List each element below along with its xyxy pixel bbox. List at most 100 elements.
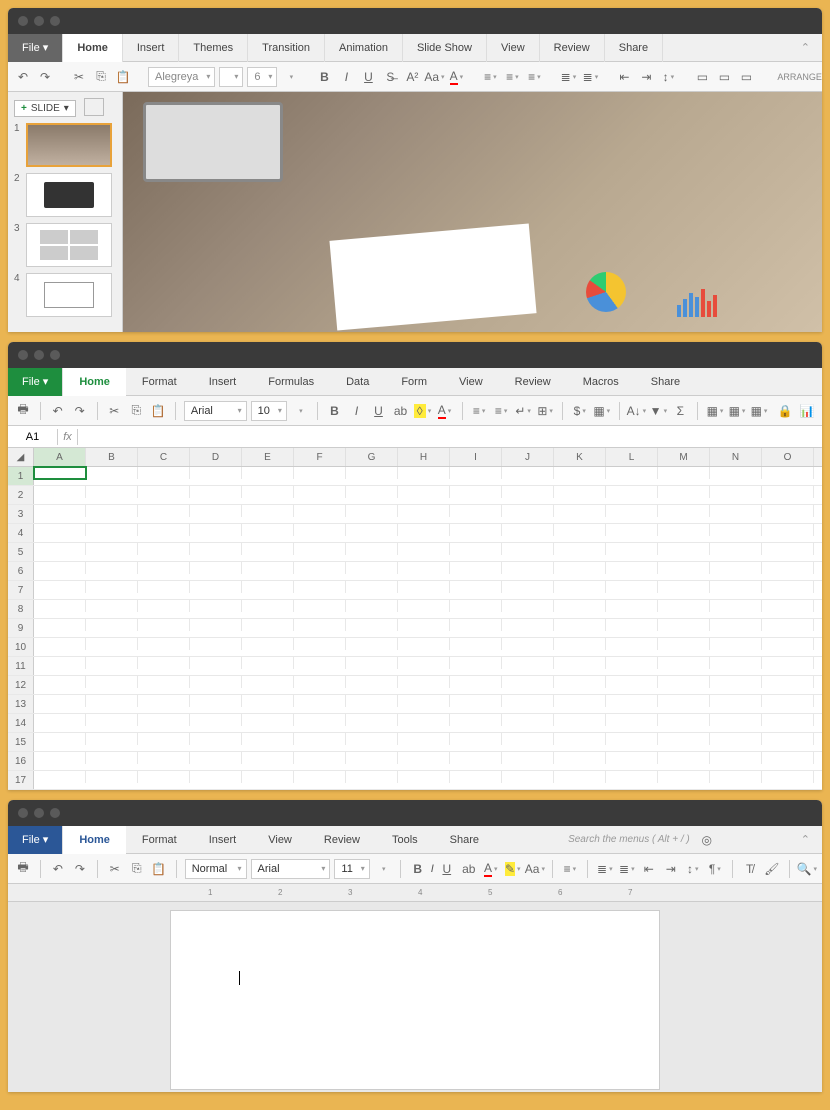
case-icon[interactable]: Aa — [425, 68, 443, 86]
cell[interactable] — [398, 543, 450, 555]
cell[interactable] — [86, 581, 138, 593]
cell[interactable] — [554, 657, 606, 669]
cell[interactable] — [346, 695, 398, 707]
cell[interactable] — [606, 771, 658, 783]
strikethrough-icon[interactable]: ab — [460, 860, 478, 878]
cell[interactable] — [658, 467, 710, 479]
cell[interactable] — [346, 600, 398, 612]
cell[interactable] — [346, 752, 398, 764]
cell[interactable] — [658, 486, 710, 498]
border-icon[interactable]: ▦ — [593, 402, 611, 420]
add-slide-button[interactable]: +SLIDE ▾ — [14, 100, 76, 117]
collapse-ribbon-icon[interactable]: ⌃ — [789, 833, 822, 846]
slide-canvas[interactable] — [123, 92, 822, 332]
paste-icon[interactable]: 📋 — [149, 402, 167, 420]
tab-insert[interactable]: Insert — [193, 826, 253, 854]
cell[interactable] — [762, 619, 814, 631]
cell[interactable] — [242, 695, 294, 707]
row-header[interactable]: 2 — [8, 486, 34, 504]
row-header[interactable]: 11 — [8, 657, 34, 675]
cell[interactable] — [346, 562, 398, 574]
cell[interactable] — [710, 638, 762, 650]
align-left-icon[interactable]: ≡ — [481, 68, 499, 86]
tab-format[interactable]: Format — [126, 368, 193, 396]
cell[interactable] — [86, 619, 138, 631]
window-dot[interactable] — [34, 808, 44, 818]
indent-inc-icon[interactable]: ⇥ — [662, 860, 680, 878]
cell[interactable] — [86, 771, 138, 783]
cell[interactable] — [190, 676, 242, 688]
cell[interactable] — [658, 752, 710, 764]
cell[interactable] — [398, 771, 450, 783]
cell[interactable] — [658, 543, 710, 555]
cell[interactable] — [554, 638, 606, 650]
cell[interactable] — [190, 486, 242, 498]
cell[interactable] — [190, 771, 242, 783]
cell[interactable] — [346, 638, 398, 650]
cell[interactable] — [554, 543, 606, 555]
cell[interactable] — [398, 714, 450, 726]
tab-review[interactable]: Review — [540, 34, 605, 62]
cell[interactable] — [138, 581, 190, 593]
cell[interactable] — [86, 467, 138, 479]
cell[interactable] — [502, 467, 554, 479]
cell[interactable] — [138, 733, 190, 745]
row-header[interactable]: 6 — [8, 562, 34, 580]
col-header[interactable]: D — [190, 448, 242, 466]
cell[interactable] — [242, 733, 294, 745]
italic-icon[interactable]: I — [337, 68, 355, 86]
undo-icon[interactable]: ↶ — [14, 68, 32, 86]
fontsize-select[interactable] — [219, 67, 243, 87]
cell[interactable] — [190, 619, 242, 631]
cell[interactable] — [34, 638, 86, 650]
cell[interactable] — [86, 543, 138, 555]
cell[interactable] — [86, 562, 138, 574]
cell[interactable] — [502, 638, 554, 650]
file-menu[interactable]: File ▾ — [8, 368, 63, 396]
row-header[interactable]: 12 — [8, 676, 34, 694]
cell[interactable] — [606, 695, 658, 707]
delete-icon[interactable]: ▦ — [750, 402, 768, 420]
tab-insert[interactable]: Insert — [123, 34, 180, 62]
cell[interactable] — [294, 752, 346, 764]
cell[interactable] — [762, 505, 814, 517]
cell[interactable] — [346, 733, 398, 745]
tab-view[interactable]: View — [487, 34, 540, 62]
bold-icon[interactable]: B — [409, 860, 427, 878]
cell[interactable] — [554, 714, 606, 726]
tab-insert[interactable]: Insert — [193, 368, 253, 396]
cell[interactable] — [606, 581, 658, 593]
row-header[interactable]: 17 — [8, 771, 34, 789]
cell[interactable] — [658, 600, 710, 612]
cell[interactable] — [34, 524, 86, 536]
cell[interactable] — [86, 638, 138, 650]
window-dot[interactable] — [50, 350, 60, 360]
cell[interactable] — [554, 771, 606, 783]
numbering-icon[interactable]: ≣ — [581, 68, 599, 86]
tab-animation[interactable]: Animation — [325, 34, 403, 62]
cell[interactable] — [190, 714, 242, 726]
indent-inc-icon[interactable]: ⇥ — [637, 68, 655, 86]
cell[interactable] — [346, 771, 398, 783]
cell[interactable] — [762, 543, 814, 555]
cell[interactable] — [450, 486, 502, 498]
number-icon[interactable]: $ — [571, 402, 589, 420]
cell[interactable] — [190, 524, 242, 536]
cell[interactable] — [658, 733, 710, 745]
shape3-icon[interactable]: ▭ — [737, 68, 755, 86]
cell[interactable] — [294, 714, 346, 726]
cell[interactable] — [242, 657, 294, 669]
cell[interactable] — [86, 676, 138, 688]
window-dot[interactable] — [34, 16, 44, 26]
cell[interactable] — [86, 505, 138, 517]
cell[interactable] — [190, 467, 242, 479]
tab-home[interactable]: Home — [63, 368, 126, 396]
cell[interactable] — [346, 486, 398, 498]
font-color-icon[interactable]: A — [482, 860, 500, 878]
cell[interactable] — [242, 714, 294, 726]
cell[interactable] — [450, 505, 502, 517]
cell[interactable] — [606, 543, 658, 555]
cell[interactable] — [658, 695, 710, 707]
cell[interactable] — [554, 695, 606, 707]
cell[interactable] — [138, 752, 190, 764]
